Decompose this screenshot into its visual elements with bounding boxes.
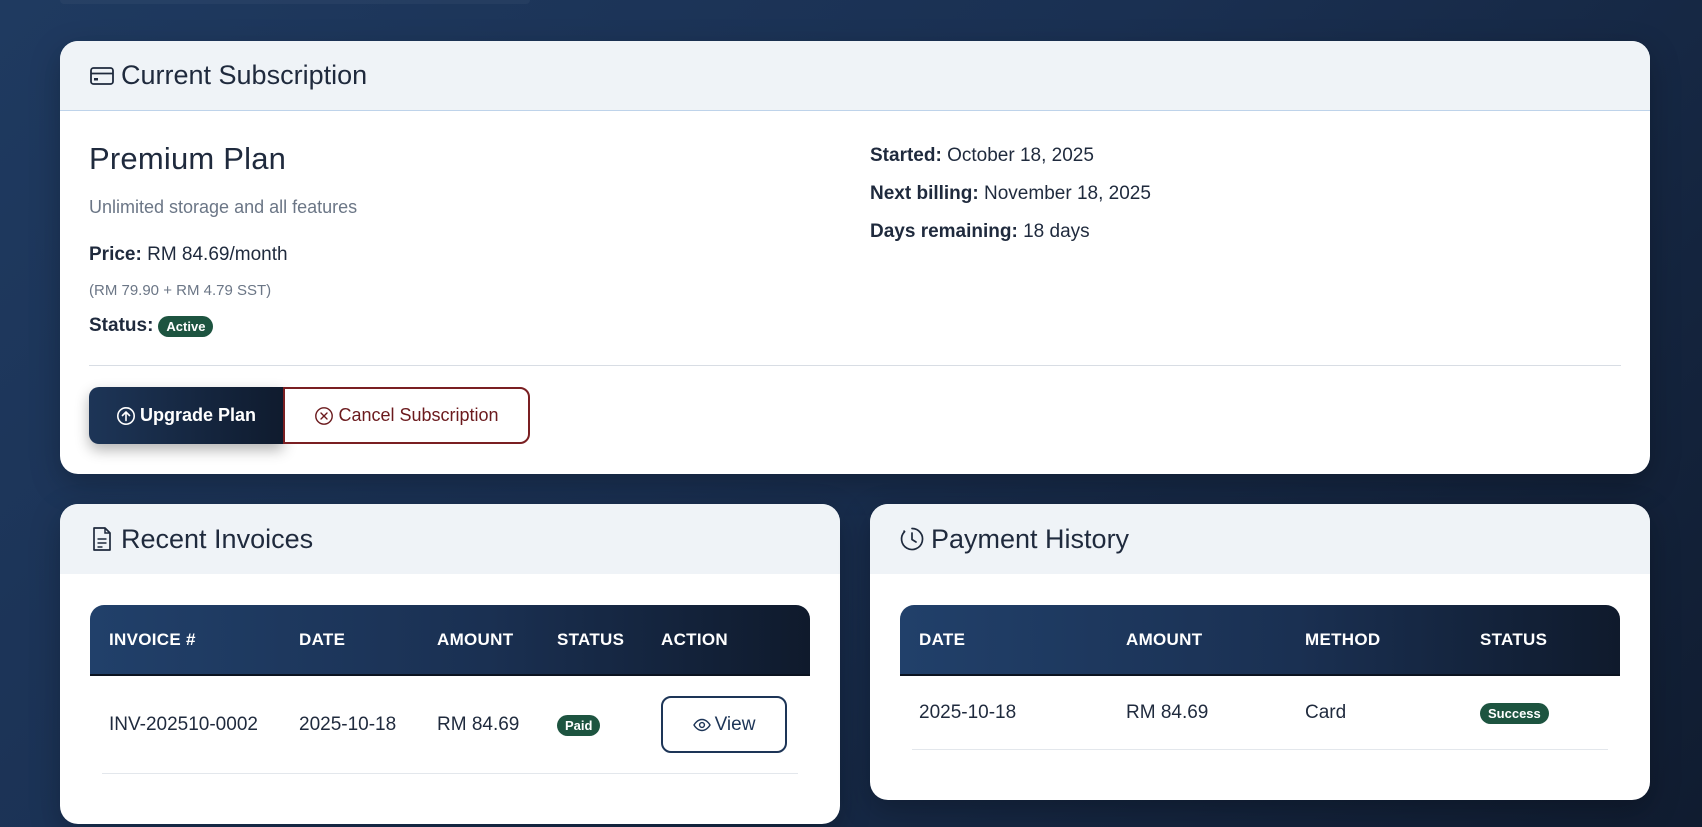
table-header-row: DATE AMOUNT METHOD STATUS xyxy=(900,605,1620,676)
current-subscription-card: Current Subscription Premium Plan Unlimi… xyxy=(60,41,1650,474)
page-title-partial xyxy=(60,0,530,4)
billing-dates: Started: October 18, 2025 Next billing: … xyxy=(870,145,1151,259)
recent-invoices-card: Recent Invoices INVOICE # DATE AMOUNT ST… xyxy=(60,504,840,824)
x-circle-icon xyxy=(314,406,334,426)
subscription-actions: Upgrade Plan Cancel Subscription xyxy=(89,387,530,444)
credit-card-icon xyxy=(89,63,115,89)
column-header: AMOUNT xyxy=(418,605,538,676)
invoice-action-cell: View xyxy=(642,675,810,773)
column-header: AMOUNT xyxy=(1107,605,1286,676)
payment-method: Card xyxy=(1305,701,1347,723)
upgrade-plan-label: Upgrade Plan xyxy=(139,405,257,425)
invoice-number: INV-202510-0002 xyxy=(109,713,258,735)
payment-status-cell: Success xyxy=(1461,675,1620,749)
divider xyxy=(89,365,1621,366)
column-header: INVOICE # xyxy=(90,605,280,676)
days-remaining-row: Days remaining: 18 days xyxy=(870,221,1151,243)
invoice-amount: RM 84.69 xyxy=(437,713,520,735)
next-billing-value: November 18, 2025 xyxy=(984,183,1151,204)
invoice-status-cell: Paid xyxy=(538,675,642,773)
status-badge: Active xyxy=(158,315,214,337)
payment-history-header: Payment History xyxy=(870,504,1650,574)
eye-icon xyxy=(692,718,711,732)
arrow-up-circle-icon xyxy=(116,406,136,426)
upgrade-plan-button[interactable]: Upgrade Plan xyxy=(89,387,283,444)
recent-invoices-header: Recent Invoices xyxy=(60,504,840,574)
invoice-date: 2025-10-18 xyxy=(299,713,397,735)
table-header-row: INVOICE # DATE AMOUNT STATUS ACTION xyxy=(90,605,810,676)
column-header: DATE xyxy=(900,605,1107,676)
status-badge: Success xyxy=(1480,702,1549,724)
price-value: RM 84.69/month xyxy=(147,244,288,265)
cancel-subscription-label: Cancel Subscription xyxy=(338,405,499,425)
status-row: Status: Active xyxy=(89,315,357,337)
row-divider xyxy=(102,773,798,774)
next-billing-label: Next billing: xyxy=(870,183,979,204)
document-icon xyxy=(89,526,115,552)
status-badge: Paid xyxy=(557,714,601,736)
days-remaining-label: Days remaining: xyxy=(870,221,1018,242)
price-row: Price: RM 84.69/month xyxy=(89,244,357,266)
current-subscription-header: Current Subscription xyxy=(60,41,1650,111)
plan-description: Unlimited storage and all features xyxy=(89,197,358,217)
payment-date: 2025-10-18 xyxy=(919,701,1017,723)
card-title: Payment History xyxy=(931,523,1130,554)
column-header: METHOD xyxy=(1286,605,1461,676)
payment-history-card: Payment History DATE AMOUNT METHOD STATU… xyxy=(870,504,1650,800)
column-header: STATUS xyxy=(1461,605,1620,676)
payment-amount: RM 84.69 xyxy=(1126,701,1209,723)
started-label: Started: xyxy=(870,145,942,166)
table-row: 2025-10-18 RM 84.69 Card Success xyxy=(900,675,1620,749)
invoices-table: INVOICE # DATE AMOUNT STATUS ACTION INV-… xyxy=(90,605,810,773)
payments-table: DATE AMOUNT METHOD STATUS 2025-10-18 RM … xyxy=(900,605,1620,749)
started-row: Started: October 18, 2025 xyxy=(870,145,1151,167)
view-label: View xyxy=(714,713,756,735)
days-remaining-value: 18 days xyxy=(1023,221,1090,242)
view-invoice-button[interactable]: View xyxy=(661,696,787,753)
next-billing-row: Next billing: November 18, 2025 xyxy=(870,183,1151,205)
card-title: Current Subscription xyxy=(121,60,368,90)
plan-details: Premium Plan Unlimited storage and all f… xyxy=(89,141,357,337)
price-breakdown: (RM 79.90 + RM 4.79 SST) xyxy=(89,282,272,299)
status-label: Status: xyxy=(89,315,154,336)
table-row: INV-202510-0002 2025-10-18 RM 84.69 Paid… xyxy=(90,675,810,773)
row-divider xyxy=(912,749,1608,750)
column-header: STATUS xyxy=(538,605,642,676)
column-header: DATE xyxy=(280,605,418,676)
card-title: Recent Invoices xyxy=(121,523,314,554)
plan-name: Premium Plan xyxy=(89,141,287,176)
column-header: ACTION xyxy=(642,605,810,676)
started-value: October 18, 2025 xyxy=(947,145,1094,166)
cancel-subscription-button[interactable]: Cancel Subscription xyxy=(283,387,530,444)
price-label: Price: xyxy=(89,244,142,265)
clock-history-icon xyxy=(899,526,925,552)
